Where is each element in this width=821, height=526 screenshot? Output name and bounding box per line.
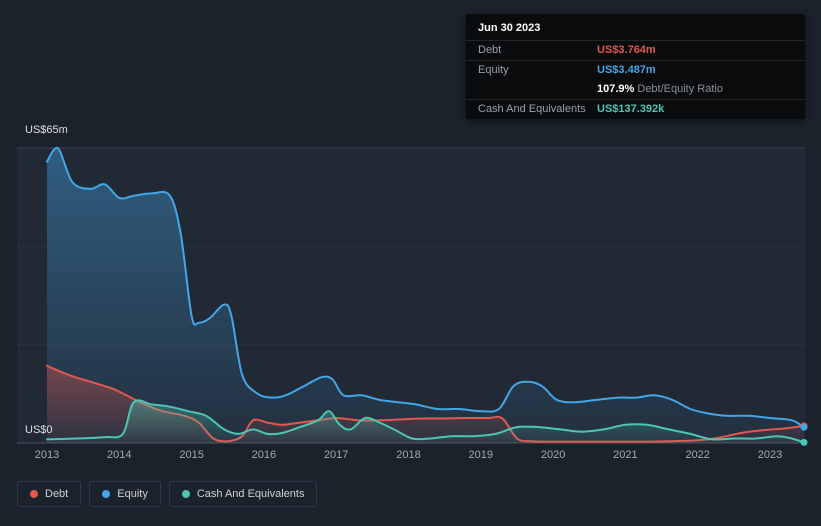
- tooltip-date: Jun 30 2023: [466, 14, 805, 41]
- legend-item-equity[interactable]: Equity: [89, 481, 161, 507]
- tooltip-debt-row: Debt US$3.764m: [466, 41, 805, 61]
- legend-item-label: Cash And Equivalents: [196, 488, 305, 500]
- legend-item-label: Debt: [45, 488, 69, 500]
- x-axis-label: 2013: [34, 449, 60, 461]
- x-axis-label: 2017: [323, 449, 349, 461]
- cash-and-equivalents-end-dot[interactable]: [800, 438, 808, 446]
- tooltip-ratio-value: 107.9%: [597, 83, 635, 95]
- tooltip-debt-label: Debt: [478, 44, 502, 56]
- x-axis-label: 2022: [685, 449, 710, 461]
- tooltip-ratio-row: 107.9% Debt/Equity Ratio: [466, 80, 805, 100]
- tooltip-equity-value: US$3.487m: [597, 64, 656, 76]
- x-axis-label: 2023: [757, 449, 783, 461]
- tooltip-equity-row: Equity US$3.487m: [466, 61, 805, 80]
- x-axis-label: 2015: [179, 449, 204, 461]
- x-axis-label: 2014: [107, 449, 132, 461]
- legend-item-cash-and-equivalents[interactable]: Cash And Equivalents: [168, 481, 318, 507]
- legend-item-label: Equity: [117, 488, 148, 500]
- x-axis-label: 2021: [613, 449, 638, 461]
- debt-series-dot-icon: [30, 490, 38, 498]
- equity-series-dot-icon: [102, 490, 111, 498]
- chart-legend: Debt Equity Cash And Equivalents: [17, 481, 318, 507]
- y-axis-max-label: US$65m: [25, 124, 68, 136]
- tooltip-debt-value: US$3.764m: [597, 44, 656, 56]
- cash-series-dot-icon: [181, 490, 190, 498]
- x-axis-label: 2018: [396, 449, 421, 461]
- tooltip-ratio: 107.9% Debt/Equity Ratio: [597, 83, 793, 95]
- x-axis-label: 2016: [251, 449, 277, 461]
- equity-end-dot[interactable]: [800, 423, 808, 431]
- x-axis: 2013 2014 2015 2016 2017 2018 2019 2020 2021 2022…: [0, 449, 821, 463]
- x-axis-label: 2019: [468, 449, 494, 461]
- y-axis-zero-label: US$0: [25, 424, 53, 436]
- tooltip-cash-value: US$137.392k: [597, 103, 665, 115]
- tooltip-cash-label: Cash And Equivalents: [478, 103, 586, 115]
- debt-equity-history-panel: US$65m US$0 2013 2014 2015 2016 2017 2018 2019…: [0, 0, 821, 526]
- x-axis-label: 2020: [540, 449, 566, 461]
- tooltip-ratio-suffix: Debt/Equity Ratio: [637, 83, 723, 95]
- chart-tooltip: Jun 30 2023 Debt US$3.764m Equity US$3.4…: [466, 14, 805, 119]
- tooltip-cash-row: Cash And Equivalents US$137.392k: [466, 100, 805, 119]
- legend-item-debt[interactable]: Debt: [17, 481, 82, 507]
- tooltip-equity-label: Equity: [478, 64, 509, 76]
